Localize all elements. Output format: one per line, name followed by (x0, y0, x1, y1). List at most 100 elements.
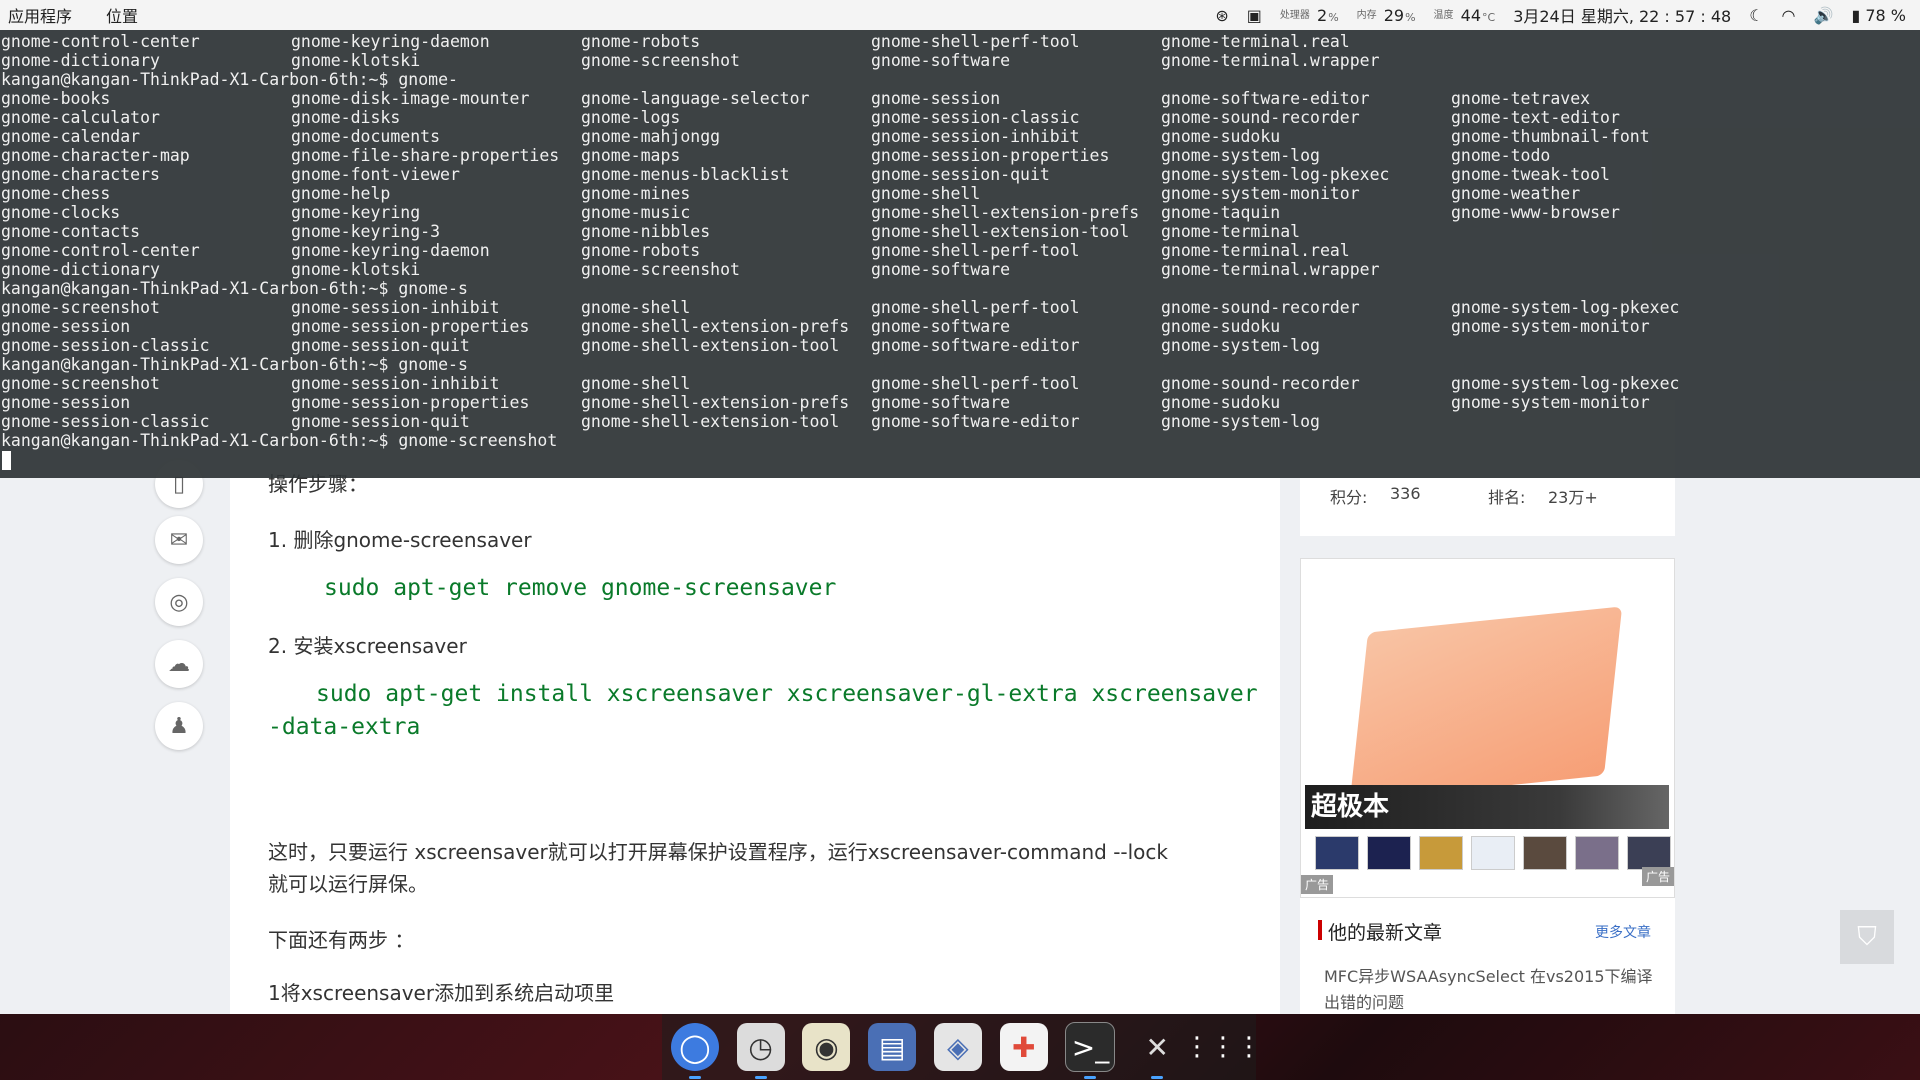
terminal-icon[interactable]: >_ (1065, 1022, 1116, 1079)
ad-banner: 超极本 (1305, 785, 1669, 829)
help-icon[interactable]: ✚ (999, 1023, 1048, 1071)
terminal-window[interactable]: gnome-control-center gnome-keyring-daemon… (0, 30, 1920, 478)
running-indicator (1084, 1076, 1097, 1079)
night-light-icon[interactable]: ☾ (1749, 6, 1763, 25)
ad-thumb[interactable] (1523, 836, 1567, 870)
wifi-icon[interactable]: ◠ (1782, 6, 1796, 25)
terminal-line: kangan@kangan-ThinkPad-X1-Carbon-6th:~$ … (0, 279, 1920, 298)
terminal-cell: gnome-shell-perf-tool (871, 374, 1080, 393)
weibo-icon[interactable]: ◎ (155, 578, 203, 626)
shield-icon[interactable]: ⛉ (1840, 910, 1894, 964)
accessibility-icon[interactable]: ⊛ (1215, 6, 1228, 25)
app-grid-icon[interactable]: ⋮⋮⋮ (1184, 1023, 1262, 1071)
terminal-cell: gnome-keyring-daemon (291, 241, 490, 260)
terminal-cell: gnome-sound-recorder (1161, 374, 1360, 393)
terminal-cell: gnome-shell (581, 298, 691, 317)
terminal-cell: gnome-system-log (1161, 146, 1320, 165)
cpu-label: 处理器 (1279, 9, 1310, 21)
terminal-line: gnome-contacts gnome-keyring-3 gnome-nibbl… (0, 222, 1920, 241)
temp-value: 44 (1460, 5, 1481, 25)
ad-thumb[interactable] (1627, 836, 1671, 870)
paragraph-1b: 就可以运行屏保。 (268, 872, 428, 896)
terminal-line: gnome-calendar gnome-documents gnome-mahjo… (0, 127, 1920, 146)
ad-thumb[interactable] (1471, 836, 1515, 870)
tools-icon[interactable]: ✕ (1133, 1023, 1181, 1079)
clock[interactable]: 3月24日 星期六, 22 : 57 : 48 (1513, 3, 1731, 27)
places-menu[interactable]: 位置 (106, 3, 138, 27)
chrome-icon[interactable]: ◯ (670, 1023, 719, 1079)
ad-thumb[interactable] (1575, 836, 1619, 870)
terminal-cell: gnome-keyring-daemon (291, 32, 490, 51)
terminal-line: gnome-screenshot gnome-session-inhibit gno… (0, 298, 1920, 317)
cpu-indicator: 处理器 2% (1280, 6, 1339, 25)
terminal-line: gnome-session-classic gnome-session-quit g… (0, 336, 1920, 355)
recent-article-link[interactable]: MFC异步WSAAsyncSelect 在vs2015下编译出错的问题 (1324, 964, 1654, 1016)
mem-value: 29 (1383, 5, 1405, 25)
more-articles-link[interactable]: 更多文章 (1595, 922, 1651, 942)
software-center-icon[interactable]: ◈ (933, 1023, 982, 1071)
status-area: ⊛ ▣ 处理器 2% 内存 29% 温度 44°C 3月24日 星期六, 22 … (1215, 3, 1920, 27)
terminal-cell: gnome-session-quit (291, 412, 470, 431)
terminal-cell: gnome-system-log-pkexec (1161, 165, 1390, 184)
terminal-cell: gnome-mines (581, 184, 691, 203)
terminal-line: gnome-dictionary gnome-klotski gnome-scree… (0, 51, 1920, 70)
terminal-cell: gnome-klotski (291, 260, 421, 279)
terminal-cell: gnome-klotski (291, 51, 421, 70)
terminal-cell: gnome-screenshot (1, 298, 160, 317)
terminal-cell: gnome-control-center (1, 32, 200, 51)
terminal-cell: gnome-shell-perf-tool (871, 241, 1080, 260)
terminal-cell: gnome-thumbnail-font (1451, 127, 1650, 146)
terminal-cell: gnome-system-log (1161, 336, 1320, 355)
terminal-cell: gnome-robots (581, 241, 701, 260)
battery-icon: ▮ (1851, 5, 1861, 25)
terminal-cell: gnome-system-monitor (1451, 393, 1650, 412)
terminal-line: kangan@kangan-ThinkPad-X1-Carbon-6th:~$ … (0, 355, 1920, 374)
ad-thumb[interactable] (1315, 836, 1359, 870)
applications-menu[interactable]: 应用程序 (8, 3, 72, 27)
comment-icon[interactable]: ✉ (155, 516, 203, 564)
terminal-line: kangan@kangan-ThinkPad-X1-Carbon-6th:~$ … (0, 431, 1920, 450)
terminal-cell: gnome-software (871, 260, 1011, 279)
ad-thumb[interactable] (1367, 836, 1411, 870)
terminal-cell: gnome-session-properties (291, 393, 530, 412)
ad-thumb[interactable] (1419, 836, 1463, 870)
qq-icon[interactable]: ♟ (155, 702, 203, 750)
wechat-icon[interactable]: ☁ (155, 640, 203, 688)
terminal-cell: kangan@kangan-ThinkPad-X1-Carbon-6th:~$ … (1, 70, 458, 89)
terminal-line: gnome-control-center gnome-keyring-daemon… (0, 32, 1920, 51)
terminal-cell: gnome-system-monitor (1161, 184, 1360, 203)
terminal-cell: gnome-menus-blacklist (581, 165, 790, 184)
terminal-cell: gnome-mahjongg (581, 127, 721, 146)
mem-indicator: 内存 29% (1357, 6, 1416, 25)
paragraph-1a: 这时，只要运行 xscreensaver就可以打开屏幕保护设置程序，运行xscr… (268, 840, 1168, 864)
battery-indicator[interactable]: ▮ 78 % (1851, 6, 1906, 25)
volume-icon[interactable]: 🔊 (1814, 6, 1834, 25)
terminal-cell: gnome-calculator (1, 108, 160, 127)
rank-value: 23万+ (1548, 488, 1598, 507)
terminal-cell: gnome-sudoku (1161, 127, 1281, 146)
terminal-cell: gnome-shell-extension-tool (581, 412, 840, 431)
terminal-cell: gnome-terminal (1161, 222, 1301, 241)
system-monitor-icon[interactable]: ▣ (1247, 6, 1262, 25)
terminal-cell: gnome-text-editor (1451, 108, 1620, 127)
terminal-cell: gnome-shell (581, 374, 691, 393)
terminal-cell: gnome-shell (871, 184, 981, 203)
terminal-cell: gnome-maps (581, 146, 681, 165)
terminal-cell: gnome-calendar (1, 127, 141, 146)
terminal-cell: gnome-session (1, 393, 131, 412)
terminal-cell: gnome-disk-image-mounter (291, 89, 530, 108)
terminal-cell: gnome-contacts (1, 222, 141, 241)
terminal-cell: kangan@kangan-ThinkPad-X1-Carbon-6th:~$ … (1, 355, 468, 374)
command-1: sudo apt-get remove gnome-screensaver (324, 575, 837, 601)
ad-card[interactable]: 超极本 广告 广告 (1300, 558, 1675, 898)
terminal-cell: gnome-shell-extension-prefs (871, 203, 1140, 222)
files-icon[interactable]: ▤ (868, 1023, 917, 1071)
dock: ◯ ◷ ◉ ▤ ◈ ✚ >_ ✕ ⋮⋮⋮ (662, 1014, 1262, 1080)
timeshift-icon[interactable]: ◷ (736, 1023, 785, 1079)
rhythmbox-icon[interactable]: ◉ (802, 1023, 851, 1071)
mem-unit: % (1405, 10, 1416, 24)
terminal-cell: gnome-software-editor (871, 336, 1080, 355)
terminal-cell: gnome-control-center (1, 241, 200, 260)
terminal-cursor (2, 451, 11, 470)
terminal-cell: gnome-software-editor (1161, 89, 1370, 108)
